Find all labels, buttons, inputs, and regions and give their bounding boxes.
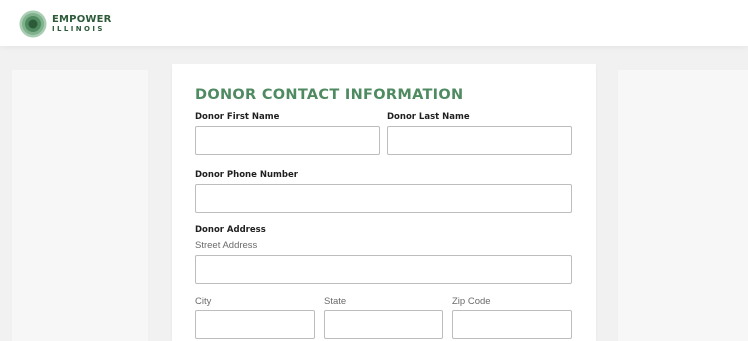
phone-label: Donor Phone Number bbox=[195, 170, 298, 180]
city-input[interactable] bbox=[195, 310, 315, 339]
section-title: DONOR CONTACT INFORMATION bbox=[195, 87, 464, 103]
right-side-panel bbox=[618, 70, 748, 341]
logo-wordmark: EMPOWER ILLINOIS bbox=[52, 15, 112, 33]
donor-contact-card: DONOR CONTACT INFORMATION Donor First Na… bbox=[172, 64, 596, 341]
state-input[interactable] bbox=[324, 310, 443, 339]
last-name-input[interactable] bbox=[387, 126, 572, 155]
first-name-input[interactable] bbox=[195, 126, 380, 155]
leaf-burst-icon bbox=[19, 10, 47, 38]
left-side-panel bbox=[12, 70, 148, 341]
state-label: State bbox=[324, 296, 347, 307]
street-address-label: Street Address bbox=[195, 240, 258, 251]
empower-illinois-logo[interactable]: EMPOWER ILLINOIS bbox=[19, 10, 112, 38]
page-background: DONOR CONTACT INFORMATION Donor First Na… bbox=[0, 46, 748, 341]
zip-code-input[interactable] bbox=[452, 310, 572, 339]
last-name-label: Donor Last Name bbox=[387, 112, 470, 122]
address-label: Donor Address bbox=[195, 225, 266, 235]
phone-input[interactable] bbox=[195, 184, 572, 213]
zip-code-label: Zip Code bbox=[452, 296, 491, 307]
logo-line-illinois: ILLINOIS bbox=[52, 25, 105, 33]
first-name-label: Donor First Name bbox=[195, 112, 280, 122]
street-address-input[interactable] bbox=[195, 255, 572, 284]
logo-line-empower: EMPOWER bbox=[52, 14, 112, 25]
city-label: City bbox=[195, 296, 212, 307]
site-header: EMPOWER ILLINOIS bbox=[0, 0, 748, 46]
